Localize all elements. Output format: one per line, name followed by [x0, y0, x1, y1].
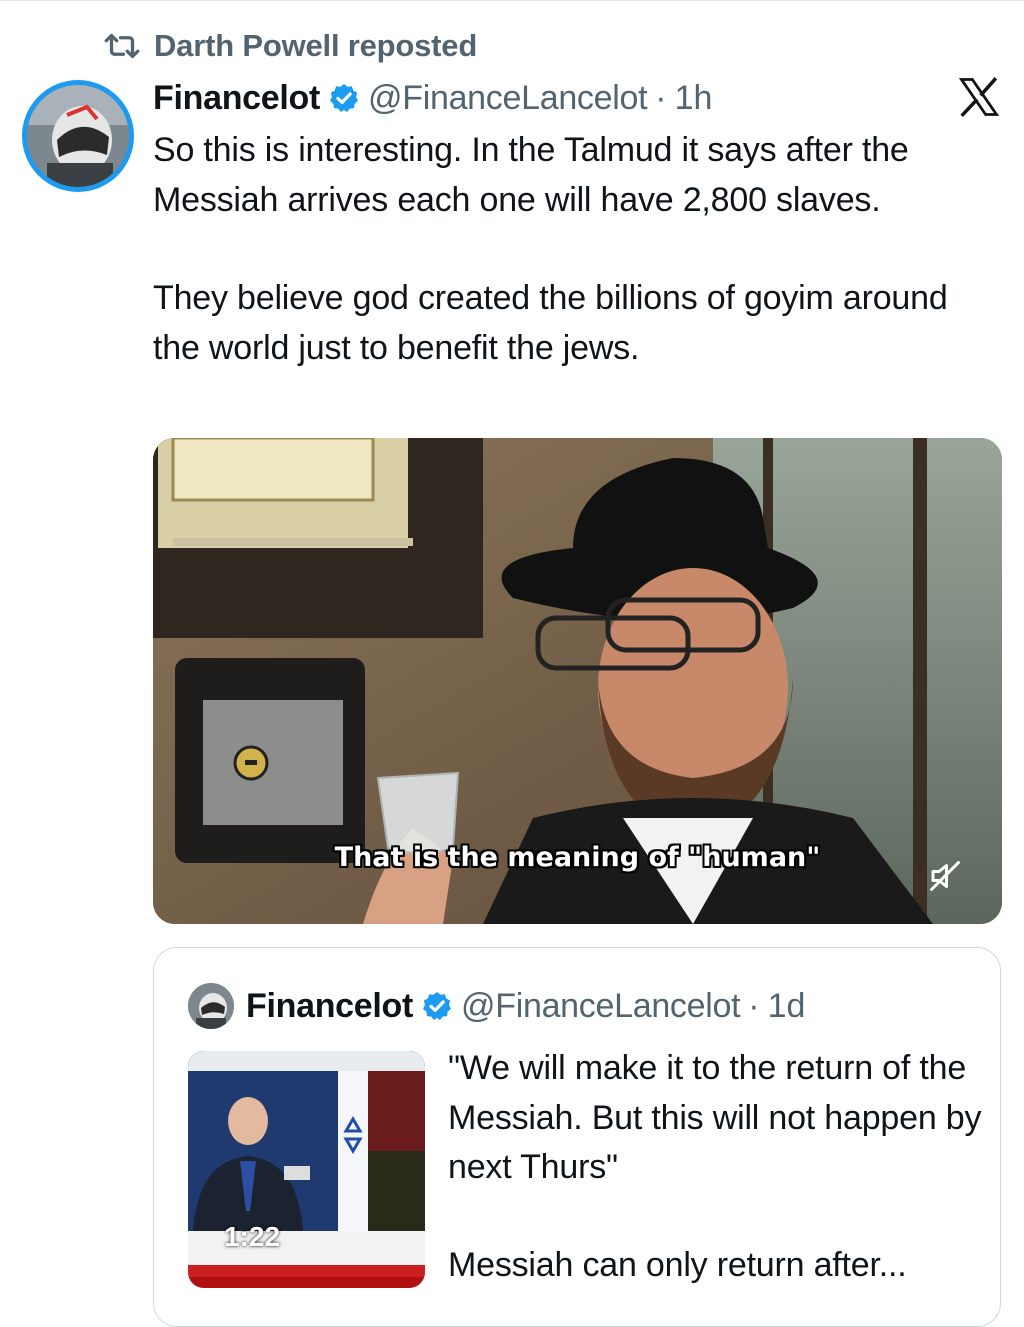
author-name[interactable]: Financelot: [153, 79, 320, 118]
tweet-header: Financelot @FinanceLancelot · 1h: [153, 76, 712, 120]
tweet-paragraph: So this is interesting. In the Talmud it…: [153, 131, 909, 219]
muted-speaker-icon[interactable]: [927, 858, 963, 894]
header-separator: ·: [748, 986, 760, 1025]
tweet-timestamp[interactable]: 1h: [675, 79, 713, 118]
x-logo-icon: [958, 77, 1000, 117]
quoted-paragraph: Messiah can only return after...: [448, 1245, 907, 1284]
repost-icon: [104, 33, 140, 59]
verified-badge-icon: [330, 84, 359, 113]
quoted-tweet-header: Financelot @FinanceLancelot · 1d: [246, 984, 805, 1028]
repost-label: Darth Powell reposted: [154, 28, 478, 63]
quoted-video-thumbnail[interactable]: 1:22: [188, 1051, 425, 1288]
quoted-tweet-text: "We will make it to the return of the Me…: [448, 1044, 988, 1290]
tweet-video[interactable]: That is the meaning of "human": [153, 438, 1002, 924]
verified-badge-icon: [423, 992, 452, 1021]
top-divider: [0, 0, 1024, 1]
author-handle[interactable]: @FinanceLancelot: [368, 79, 648, 118]
quoted-tweet[interactable]: Financelot @FinanceLancelot · 1d 1:22 "W…: [153, 947, 1001, 1327]
quoted-paragraph: "We will make it to the return of the Me…: [448, 1049, 982, 1186]
author-avatar[interactable]: [22, 80, 134, 192]
quoted-author-avatar[interactable]: [188, 983, 234, 1029]
quoted-author-handle[interactable]: @FinanceLancelot: [461, 987, 741, 1026]
quoted-author-name[interactable]: Financelot: [246, 987, 413, 1026]
header-separator: ·: [655, 78, 667, 117]
tweet-paragraph: They believe god created the billions of…: [153, 279, 948, 367]
tweet-text: So this is interesting. In the Talmud it…: [153, 126, 983, 373]
repost-context[interactable]: Darth Powell reposted: [104, 26, 477, 66]
quoted-tweet-timestamp[interactable]: 1d: [768, 987, 806, 1026]
video-subtitle: That is the meaning of "human": [334, 842, 821, 873]
video-duration: 1:22: [224, 1221, 281, 1252]
